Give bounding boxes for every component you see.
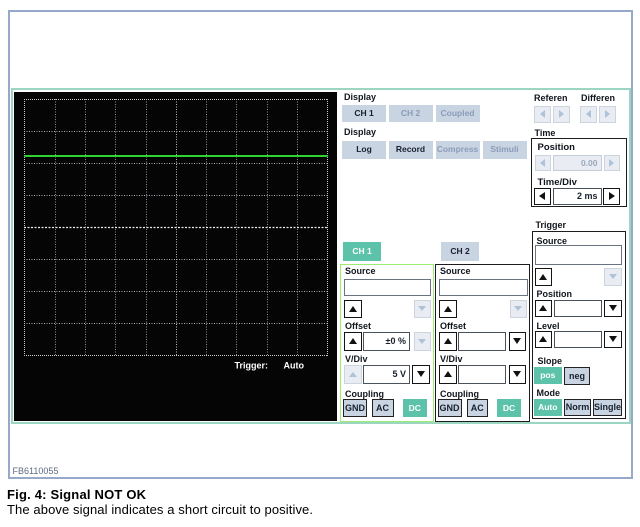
svg-text:Auto: Auto — [284, 361, 305, 371]
svg-text:Trigger:: Trigger: — [235, 361, 269, 371]
